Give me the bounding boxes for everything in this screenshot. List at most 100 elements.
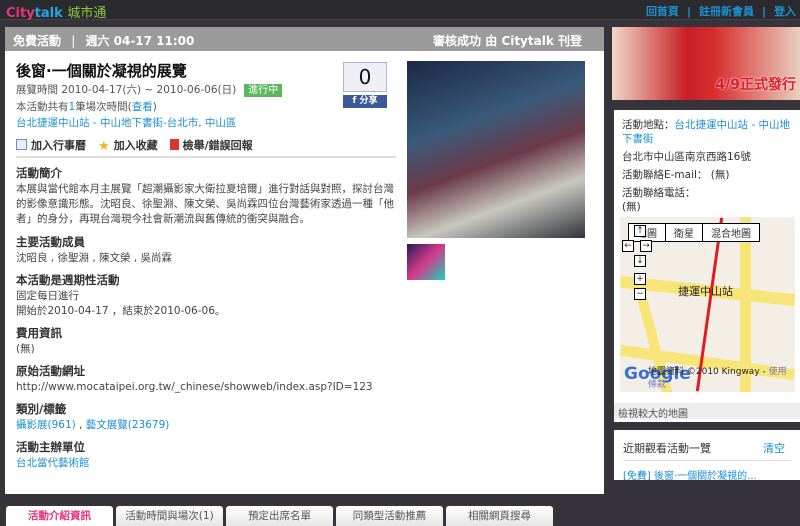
section-title: 類別/標籤 xyxy=(16,402,67,416)
section-fee: 費用資訊 (無) xyxy=(16,326,401,357)
contact-email: 活動聯絡E-mail： (無) xyxy=(622,169,730,181)
event-date: 週六 04-17 11:00 xyxy=(85,34,195,48)
sessions-pre: 本活動共有 xyxy=(16,101,69,113)
tag-separator: , xyxy=(75,419,86,431)
tab-similar[interactable]: 同類型活動推薦 xyxy=(336,506,443,526)
copyright-text: 地圖資料 ©2010 Kingway - xyxy=(648,367,769,377)
phone-value: (無) xyxy=(622,201,641,213)
sessions-post: ) xyxy=(152,101,157,113)
map-station-label: 捷運中山站 xyxy=(678,285,733,298)
address: 台北市中山區南京西路16號 xyxy=(622,151,751,163)
logo-zh: 城市通 xyxy=(67,6,107,21)
tag-link[interactable]: 藝文展覽(23679) xyxy=(86,419,170,431)
add-favorite-label: 加入收藏 xyxy=(113,139,158,152)
section-url: 原始活動網址 http://www.mocataipei.org.tw/_chin… xyxy=(16,364,401,395)
top-bar: Citytalk 城市通 回首頁 | 註冊新會員 | 登入 xyxy=(0,0,800,21)
map-copyright: 地圖資料 ©2010 Kingway - 使用條款 xyxy=(648,364,795,390)
divider xyxy=(16,156,396,158)
section-text: 固定每日進行 xyxy=(16,290,79,302)
original-url: http://www.mocataipei.org.tw/_chinese/sh… xyxy=(16,381,373,393)
add-calendar-button[interactable]: 加入行事曆 xyxy=(16,137,86,153)
flag-icon xyxy=(169,139,179,150)
event-header: 免費活動 | 週六 04-17 11:00 審核成功 由 Citytalk 刊登 xyxy=(5,27,604,51)
separator: | xyxy=(71,34,76,48)
section-recurring: 本活動是週期性活動 固定每日進行開始於2010-04-17 ，結束於2010-06… xyxy=(16,273,401,319)
zoom-out-icon[interactable]: − xyxy=(634,288,646,300)
tab-intro[interactable]: 活動介紹資訊 xyxy=(6,506,113,526)
clear-recent-link[interactable]: 清空 xyxy=(763,440,785,456)
sessions-line: 本活動共有1筆場次時間(查看) xyxy=(16,99,157,114)
register-link[interactable]: 註冊新會員 xyxy=(699,5,754,18)
facebook-share-button[interactable]: f 分享 xyxy=(343,95,387,108)
bottom-tabs: 活動介紹資訊 活動時間與場次(1) 預定出席名單 同類型活動推薦 相關網頁搜尋 xyxy=(6,506,553,526)
status-badge: 進行中 xyxy=(244,84,283,97)
section-intro: 活動簡介本展與當代館本月主展覽「超潮攝影家大衛拉夏培爾」進行對話與對照，探討台灣… xyxy=(16,166,401,227)
add-favorite-button[interactable]: ★ 加入收藏 xyxy=(98,137,158,154)
recent-viewed-box: 近期觀看活動一覽 清空 [免費] 後窗·一個關於凝視的... xyxy=(614,430,800,482)
section-tags: 類別/標籤攝影展(961) , 藝文展覽(23679) xyxy=(16,402,401,433)
event-period-line: 展覽時間 2010-04-17(六) ~ 2010-06-06(日) 進行中 xyxy=(16,81,283,97)
tag-link[interactable]: 攝影展(961) xyxy=(16,419,76,431)
section-title: 費用資訊 xyxy=(16,326,62,340)
event-photo[interactable] xyxy=(407,61,585,238)
section-title: 活動簡介 xyxy=(16,166,62,180)
star-icon: ★ xyxy=(98,139,110,154)
pan-up-icon[interactable]: ↑ xyxy=(634,225,646,237)
logo-talk: talk xyxy=(34,6,63,21)
section-members: 主要活動成員沈昭良 , 徐聖淵 , 陳文榮 , 吳尚霖 xyxy=(16,235,401,266)
banner-text: 4/9正式發行 xyxy=(715,77,796,93)
login-link[interactable]: 登入 xyxy=(774,5,796,18)
section-text: 本展與當代館本月主展覽「超潮攝影家大衛拉夏培爾」進行對話與對照，探討台灣的影像意… xyxy=(16,183,394,225)
zoom-in-icon[interactable]: + xyxy=(634,273,646,285)
share-count: 0 xyxy=(343,62,387,92)
section-title: 本活動是週期性活動 xyxy=(16,273,120,287)
phone-label: 活動聯絡電話： xyxy=(622,187,696,199)
event-thumbnail[interactable] xyxy=(407,244,445,280)
report-button[interactable]: 檢舉/錯誤回報 xyxy=(169,137,253,153)
pan-left-icon[interactable]: ← xyxy=(622,240,634,252)
event-title: 後窗·一個關於凝視的展覽 xyxy=(16,62,187,80)
home-link[interactable]: 回首頁 xyxy=(646,5,679,18)
recent-item-link[interactable]: [免費] 後窗·一個關於凝視的... xyxy=(623,471,757,482)
top-links: 回首頁 | 註冊新會員 | 登入 xyxy=(646,3,796,19)
tab-attendees[interactable]: 預定出席名單 xyxy=(226,506,333,526)
separator: | xyxy=(686,5,691,18)
map-type-satellite[interactable]: 衛星 xyxy=(666,224,703,241)
pan-right-icon[interactable]: → xyxy=(640,240,652,252)
view-sessions-link[interactable]: 查看 xyxy=(132,101,153,113)
organizer-link[interactable]: 台北當代藝術館 xyxy=(16,457,90,469)
section-text: 沈昭良 , 徐聖淵 , 陳文榮 , 吳尚霖 xyxy=(16,252,173,264)
section-text-2: 開始於2010-04-17 ，結束於2010-06-06。 xyxy=(16,305,226,317)
pan-down-icon[interactable]: ↓ xyxy=(634,255,646,267)
section-organizer: 活動主辦單位 台北當代藝術館 xyxy=(16,440,401,471)
sessions-mid: 筆場次時間( xyxy=(75,101,132,113)
section-title: 主要活動成員 xyxy=(16,235,85,249)
section-title: 原始活動網址 xyxy=(16,364,85,378)
view-larger-map-link[interactable]: 檢視較大的地圖 xyxy=(614,403,800,420)
google-map[interactable]: 地圖 衛星 混合地圖 ↑ ← → ↓ + − 捷運中山站 Google 地圖資料 ©… xyxy=(620,217,795,392)
place-label: 活動地點： xyxy=(622,119,675,131)
map-type-hybrid[interactable]: 混合地圖 xyxy=(703,224,759,241)
recent-title: 近期觀看活動一覽 xyxy=(623,442,711,455)
review-status: 審核成功 由 Citytalk 刊登 xyxy=(433,34,582,48)
event-type: 免費活動 xyxy=(13,34,62,48)
location-info-box: 活動地點：台北捷運中山站 - 中山地下書街 台北市中山區南京西路16號 活動聯絡… xyxy=(614,110,800,422)
ad-banner[interactable]: 4/9正式發行 xyxy=(612,27,800,100)
share-label: 分享 xyxy=(359,96,378,106)
tab-sessions[interactable]: 活動時間與場次(1) xyxy=(116,506,223,526)
recent-header: 近期觀看活動一覽 清空 xyxy=(623,440,791,461)
contact-phone: 活動聯絡電話： (無) xyxy=(622,186,792,214)
report-label: 檢舉/錯誤回報 xyxy=(182,139,253,152)
event-period: 展覽時間 2010-04-17(六) ~ 2010-06-06(日) xyxy=(16,84,237,96)
citytalk-logo[interactable]: Citytalk 城市通 xyxy=(6,2,106,21)
section-title: 活動主辦單位 xyxy=(16,440,85,454)
logo-city: City xyxy=(6,6,35,21)
location-link[interactable]: 台北捷運中山站 - 中山地下書街-台北市, 中山區 xyxy=(16,115,236,130)
tab-related-search[interactable]: 相關網頁搜尋 xyxy=(446,506,553,526)
calendar-icon xyxy=(16,139,27,150)
add-calendar-label: 加入行事曆 xyxy=(31,139,86,152)
action-bar: 加入行事曆 ★ 加入收藏 檢舉/錯誤回報 xyxy=(16,137,253,154)
place-line: 活動地點：台北捷運中山站 - 中山地下書街 xyxy=(622,118,792,146)
main-panel: 免費活動 | 週六 04-17 11:00 審核成功 由 Citytalk 刊登… xyxy=(5,27,604,494)
separator: | xyxy=(761,5,766,18)
